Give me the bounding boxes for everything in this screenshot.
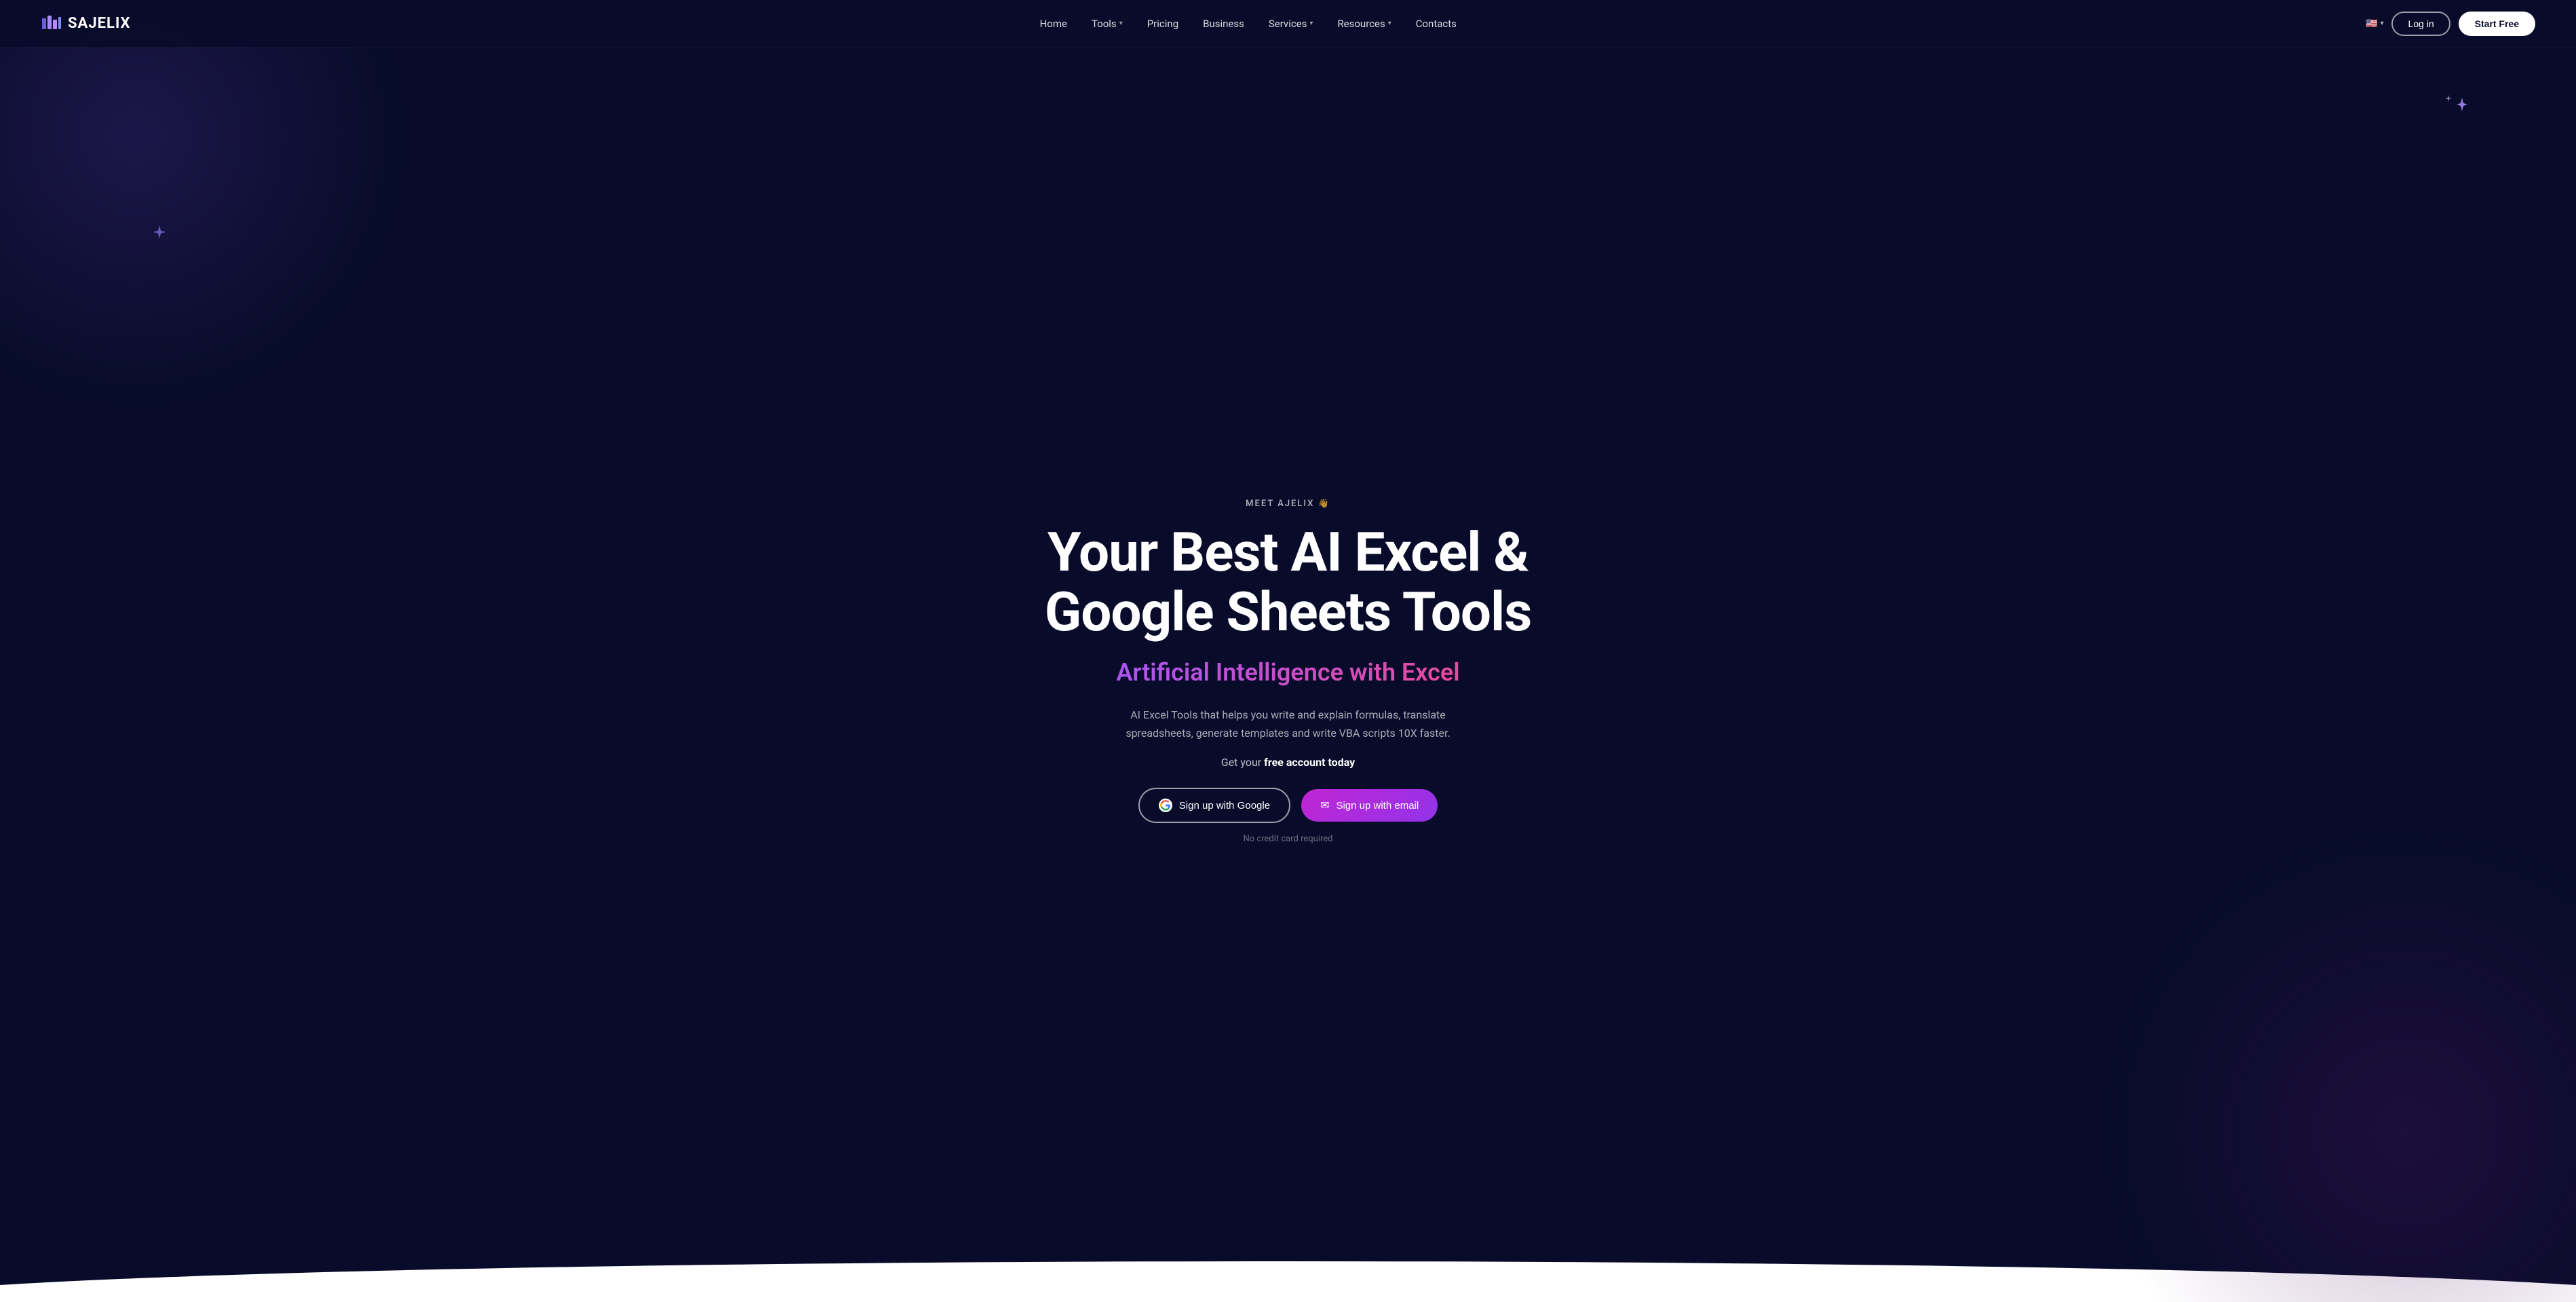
sparkle-decoration-left (149, 224, 170, 247)
email-btn-label: Sign up with email (1336, 800, 1419, 811)
chevron-down-icon: ▾ (1309, 20, 1313, 27)
navbar: SAJELIX Home Tools ▾ Pricing Business Se… (0, 0, 2576, 47)
logo-text: SAJELIX (68, 15, 130, 32)
free-account-bold: free account today (1264, 756, 1355, 769)
hero-title: Your Best AI Excel & Google Sheets Tools (1045, 522, 1532, 642)
no-credit-card-text: No credit card required (1244, 834, 1333, 844)
google-signup-button[interactable]: Sign up with Google (1138, 788, 1290, 823)
hero-section: MEET AJELIX 👋 Your Best AI Excel & Googl… (0, 0, 2576, 1302)
nav-item-pricing[interactable]: Pricing (1147, 18, 1178, 30)
flag-emoji: 🇺🇸 (2366, 18, 2377, 29)
nav-link-business[interactable]: Business (1203, 18, 1244, 30)
free-account-text: Get your free account today (1221, 756, 1355, 769)
hero-description: AI Excel Tools that helps you write and … (1098, 706, 1478, 742)
chevron-down-icon: ▾ (1119, 20, 1123, 27)
nav-link-home[interactable]: Home (1040, 18, 1067, 30)
chevron-down-icon: ▾ (2380, 20, 2383, 27)
google-btn-label: Sign up with Google (1179, 800, 1270, 811)
hero-title-line2: Google Sheets Tools (1045, 580, 1532, 644)
chevron-down-icon: ▾ (1388, 20, 1391, 27)
nav-link-pricing[interactable]: Pricing (1147, 18, 1178, 30)
nav-link-services[interactable]: Services ▾ (1269, 18, 1313, 30)
nav-actions: 🇺🇸 ▾ Log in Start Free (2366, 12, 2535, 36)
free-account-prefix: Get your (1221, 756, 1264, 769)
nav-item-home[interactable]: Home (1040, 18, 1067, 30)
start-free-button[interactable]: Start Free (2459, 12, 2535, 36)
nav-item-business[interactable]: Business (1203, 18, 1244, 30)
email-signup-button[interactable]: ✉ Sign up with email (1301, 789, 1438, 822)
email-icon: ✉ (1320, 799, 1329, 812)
nav-link-tools[interactable]: Tools ▾ (1092, 18, 1123, 30)
cta-buttons: Sign up with Google ✉ Sign up with email (1138, 788, 1438, 823)
nav-link-resources[interactable]: Resources ▾ (1337, 18, 1391, 30)
hero-subtitle: Artificial Intelligence with Excel (1116, 658, 1459, 687)
hero-title-line1: Your Best AI Excel & (1047, 520, 1529, 584)
sparkle-decoration-top-right (2440, 95, 2467, 124)
logo[interactable]: SAJELIX (41, 13, 130, 35)
logo-icon (41, 13, 62, 35)
nav-links: Home Tools ▾ Pricing Business Services ▾… (1040, 18, 1457, 30)
nav-item-resources[interactable]: Resources ▾ (1337, 18, 1391, 30)
nav-item-contacts[interactable]: Contacts (1416, 18, 1457, 30)
language-selector[interactable]: 🇺🇸 ▾ (2366, 18, 2383, 29)
login-button[interactable]: Log in (2391, 12, 2450, 36)
nav-link-contacts[interactable]: Contacts (1416, 18, 1457, 30)
google-icon (1159, 799, 1172, 812)
meet-badge-text: MEET AJELIX 👋 (1246, 499, 1330, 509)
nav-item-services[interactable]: Services ▾ (1269, 18, 1313, 30)
meet-badge: MEET AJELIX 👋 (1246, 499, 1330, 509)
nav-item-tools[interactable]: Tools ▾ (1092, 18, 1123, 30)
